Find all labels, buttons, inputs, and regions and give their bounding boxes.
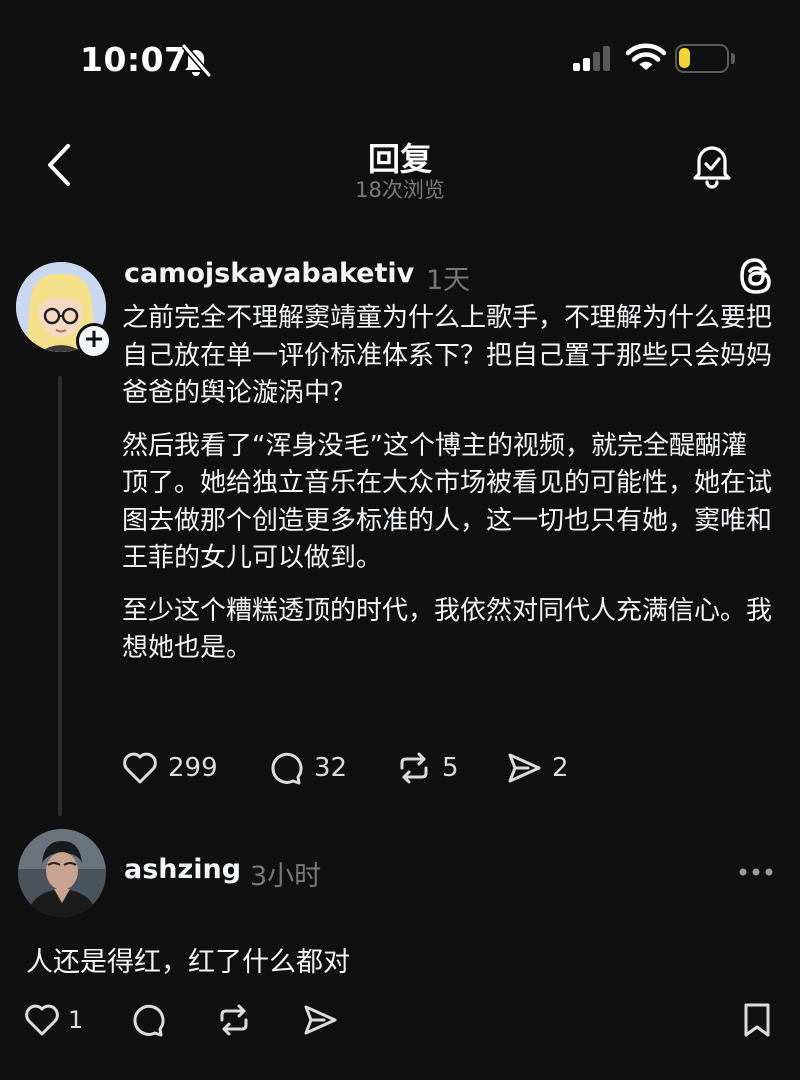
post-paragraph: 然后我看了“浑身没毛”这个博主的视频，就完全醍醐灌顶了。她给独立音乐在大众市场被… <box>122 430 773 574</box>
reply-text: 人还是得红，红了什么都对 <box>26 947 350 978</box>
heart-icon <box>123 752 157 784</box>
reply-like-count: 1 <box>68 1006 84 1034</box>
repost-button[interactable]: 5 <box>396 748 459 788</box>
post-paragraph: 至少这个糟糕透顶的时代，我依然对同代人充满信心。我想她也是。 <box>122 595 773 664</box>
avatar[interactable] <box>18 829 106 917</box>
repost-icon <box>400 752 428 784</box>
comment-icon <box>133 1004 165 1037</box>
like-button[interactable]: 299 <box>122 748 218 788</box>
thread-line <box>58 376 62 816</box>
more-horizontal-icon <box>739 868 773 876</box>
comment-icon <box>271 752 303 785</box>
notification-toggle-button[interactable] <box>690 140 734 190</box>
profile-photo-icon <box>18 829 106 917</box>
post-body: 之前完全不理解窦靖童为什么上歌手，不理解为什么要把自己放在单一评价标准体系下？把… <box>122 300 772 683</box>
comment-count: 32 <box>314 753 348 783</box>
bookmark-button[interactable] <box>740 1000 774 1040</box>
reply-repost-button[interactable] <box>216 1000 252 1040</box>
follow-plus-button[interactable]: + <box>76 323 112 359</box>
reply-time: 3小时 <box>250 861 322 892</box>
comment-button[interactable]: 32 <box>268 748 347 788</box>
share-count: 2 <box>552 753 569 783</box>
battery-percent: 19 <box>688 47 716 69</box>
bookmark-icon <box>744 1003 770 1037</box>
reply-username[interactable]: ashzing <box>124 854 241 885</box>
battery-cap <box>731 53 735 64</box>
threads-logo-icon[interactable] <box>738 256 774 296</box>
send-icon <box>508 753 541 783</box>
send-icon <box>304 1005 337 1035</box>
post-time: 1天 <box>426 265 471 296</box>
status-time: 10:07 <box>80 40 188 79</box>
battery-icon: 19 <box>675 44 729 73</box>
heart-icon <box>25 1004 59 1036</box>
post-paragraph: 之前完全不理解窦靖童为什么上歌手，不理解为什么要把自己放在单一评价标准体系下？把… <box>122 303 773 408</box>
wifi-icon <box>626 42 666 72</box>
repost-count: 5 <box>442 753 459 783</box>
bell-off-icon <box>180 43 212 77</box>
reply-share-button[interactable] <box>302 1000 338 1040</box>
share-button[interactable]: 2 <box>506 748 569 788</box>
more-options-button[interactable] <box>738 866 774 878</box>
cellular-signal-icon <box>572 44 614 72</box>
reply-like-button[interactable]: 1 <box>24 1000 83 1040</box>
like-count: 299 <box>168 753 218 783</box>
reply-comment-button[interactable] <box>130 1000 166 1040</box>
repost-icon <box>220 1004 248 1036</box>
post-username[interactable]: camojskayabaketiv <box>124 258 414 289</box>
bell-check-icon <box>693 146 731 189</box>
view-count: 18次浏览 <box>355 178 445 202</box>
